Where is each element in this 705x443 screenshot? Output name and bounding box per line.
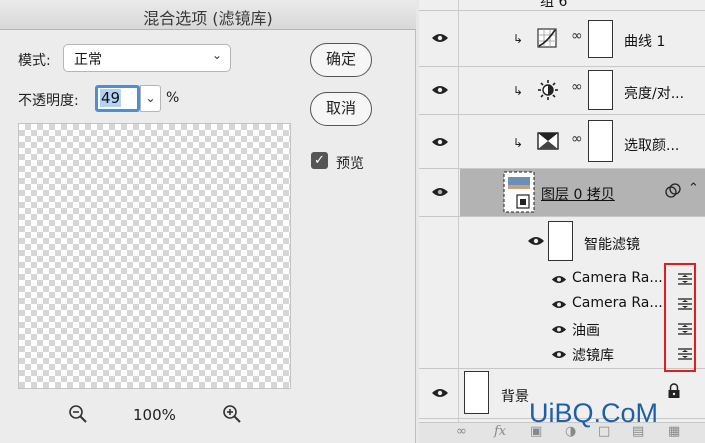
ok-button[interactable]: 确定 bbox=[310, 43, 372, 77]
eye-icon[interactable] bbox=[551, 349, 567, 360]
layer-name-selective-color[interactable]: 选取颜... bbox=[624, 135, 679, 155]
dialog-title: 混合选项 (滤镜库) bbox=[143, 9, 273, 28]
zoom-level: 100% bbox=[133, 406, 176, 424]
eye-icon[interactable] bbox=[431, 32, 449, 44]
row-divider bbox=[419, 168, 705, 169]
eye-icon[interactable] bbox=[551, 324, 567, 335]
eye-icon[interactable] bbox=[551, 274, 567, 285]
eye-icon[interactable] bbox=[551, 299, 567, 310]
filter-name[interactable]: 油画 bbox=[572, 320, 600, 340]
selective-color-icon bbox=[537, 132, 559, 150]
filter-name[interactable]: Camera Ra... bbox=[572, 295, 663, 311]
row-divider bbox=[419, 216, 705, 217]
link-icon[interactable]: ∞ bbox=[571, 79, 583, 95]
brightness-adjustment-icon bbox=[538, 80, 558, 100]
link-layers-icon[interactable]: ∞ bbox=[456, 424, 467, 439]
opacity-dropdown-button[interactable]: ⌄ bbox=[140, 85, 161, 112]
row-divider bbox=[419, 114, 705, 115]
chevron-down-icon: ⌄ bbox=[211, 48, 222, 62]
layer-name-background[interactable]: 背景 bbox=[501, 386, 529, 406]
background-thumbnail[interactable] bbox=[464, 371, 489, 414]
filter-name[interactable]: Camera Ra... bbox=[572, 270, 663, 286]
smart-filter-mask-thumbnail[interactable] bbox=[548, 221, 573, 261]
opacity-input[interactable]: 49 bbox=[95, 85, 140, 112]
opacity-value: 49 bbox=[100, 89, 122, 107]
layer-mask-thumbnail[interactable] bbox=[588, 70, 613, 110]
cancel-button[interactable]: 取消 bbox=[310, 92, 372, 126]
highlight-annotation-box bbox=[664, 263, 696, 372]
link-icon[interactable]: ∞ bbox=[571, 28, 583, 44]
row-divider bbox=[419, 368, 705, 369]
preview-canvas bbox=[18, 123, 291, 389]
trash-icon[interactable]: ▦ bbox=[668, 424, 680, 439]
zoom-out-icon[interactable] bbox=[68, 404, 88, 424]
eye-icon[interactable] bbox=[431, 186, 449, 198]
layer-mask-thumbnail[interactable] bbox=[588, 20, 613, 58]
smart-object-thumbnail[interactable] bbox=[503, 171, 535, 213]
layer-name-curves[interactable]: 曲线 1 bbox=[624, 31, 665, 51]
eye-icon[interactable] bbox=[431, 136, 449, 148]
zoom-in-icon[interactable] bbox=[222, 404, 242, 424]
mode-label: 模式: bbox=[18, 53, 51, 69]
eye-icon[interactable] bbox=[431, 84, 449, 96]
opacity-label: 不透明度: bbox=[18, 93, 79, 109]
layer-name-brightness[interactable]: 亮度/对... bbox=[624, 83, 684, 103]
collapse-chevron-icon[interactable]: ⌃ bbox=[688, 181, 699, 196]
lock-icon bbox=[668, 383, 680, 398]
clip-arrow-icon: ↳ bbox=[513, 84, 524, 98]
layer-mask-thumbnail[interactable] bbox=[588, 120, 613, 162]
eye-icon[interactable] bbox=[527, 235, 545, 247]
preview-checkbox[interactable]: ✓ bbox=[311, 152, 328, 169]
mode-select[interactable]: 正常 ⌄ bbox=[63, 44, 231, 72]
curves-adjustment-icon bbox=[537, 28, 557, 48]
watermark: UiBQ.CoM bbox=[529, 398, 659, 428]
opacity-unit: % bbox=[166, 90, 180, 106]
smart-filter-indicator-icon bbox=[665, 183, 681, 198]
link-icon[interactable]: ∞ bbox=[571, 131, 583, 147]
layer-name-selected[interactable]: 图层 0 拷贝 bbox=[541, 184, 615, 204]
blending-options-dialog: 混合选项 (滤镜库) 模式: 正常 ⌄ 不透明度: 49 ⌄ % 确定 取消 ✓… bbox=[0, 0, 416, 443]
clip-arrow-icon: ↳ bbox=[513, 32, 524, 46]
row-divider bbox=[419, 66, 705, 67]
fx-button[interactable]: fx bbox=[494, 424, 506, 439]
mode-value: 正常 bbox=[74, 52, 102, 68]
dialog-titlebar[interactable]: 混合选项 (滤镜库) bbox=[0, 0, 416, 30]
layer-name-group[interactable]: 组 6 bbox=[540, 0, 567, 11]
eye-icon[interactable] bbox=[431, 387, 449, 399]
clip-arrow-icon: ↳ bbox=[513, 136, 524, 150]
filter-name[interactable]: 滤镜库 bbox=[572, 345, 614, 365]
preview-label: 预览 bbox=[336, 156, 364, 172]
smart-filters-label[interactable]: 智能滤镜 bbox=[584, 234, 640, 254]
